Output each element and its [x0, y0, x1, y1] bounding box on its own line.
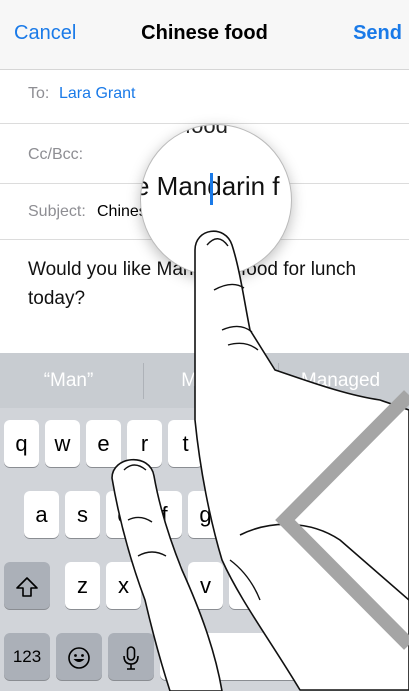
- finger-icon: [111, 230, 409, 691]
